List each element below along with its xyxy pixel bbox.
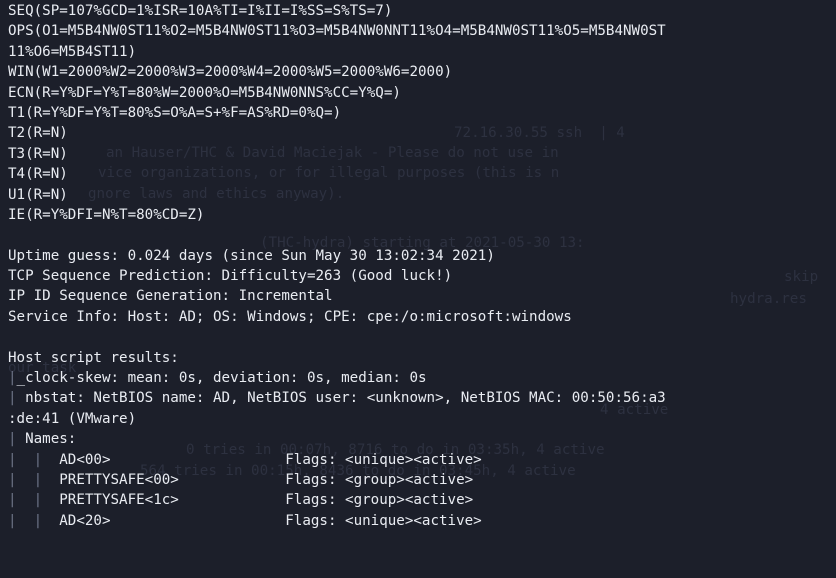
uptime-guess: Uptime guess: 0.024 days (since Sun May … xyxy=(8,247,495,264)
tree-branch-glyph: | xyxy=(8,492,34,509)
names-label-line: | Names: xyxy=(8,429,836,449)
tcp-sequence-prediction: TCP Sequence Prediction: Difficulty=263 … xyxy=(8,268,453,285)
tree-branch-glyph: | xyxy=(33,471,43,488)
netbios-name: AD<00> xyxy=(59,451,111,468)
tree-branch-glyph: | xyxy=(8,370,17,387)
os-fingerprint-line: T4(R=N) xyxy=(8,166,68,183)
nbstat-line: | nbstat: NetBIOS name: AD, NetBIOS user… xyxy=(8,388,836,408)
terminal-output: SEQ(SP=107%GCD=1%ISR=10A%TI=I%II=I%SS=S%… xyxy=(8,1,836,531)
os-fingerprint-line: OPS(O1=M5B4NW0ST11%O2=M5B4NW0ST11%O3=M5B… xyxy=(8,23,666,40)
netbios-flags: Flags: <group><active> xyxy=(285,471,474,488)
netbios-flags: Flags: <group><active> xyxy=(285,492,474,509)
os-fingerprint-line: IE(R=Y%DFI=N%T=80%CD=Z) xyxy=(8,206,205,223)
netbios-name: AD<20> xyxy=(59,512,111,529)
tree-branch-glyph: | xyxy=(33,492,43,509)
os-fingerprint-line: ECN(R=Y%DF=Y%T=80%W=2000%O=M5B4NW0NNS%CC… xyxy=(8,84,401,101)
os-fingerprint-line: WIN(W1=2000%W2=2000%W3=2000%W4=2000%W5=2… xyxy=(8,64,453,81)
clock-skew-text: _clock-skew: mean: 0s, deviation: 0s, me… xyxy=(16,370,427,387)
netbios-name: PRETTYSAFE<00> xyxy=(59,471,179,488)
netbios-flags: Flags: <unique><active> xyxy=(285,512,482,529)
tree-branch-glyph: | xyxy=(8,431,17,448)
netbios-name: PRETTYSAFE<1c> xyxy=(59,492,179,509)
nbstat-wrap-line: :de:41 (VMware) xyxy=(8,410,137,427)
os-fingerprint-line: T1(R=Y%DF=Y%T=80%S=O%A=S+%F=AS%RD=0%Q=) xyxy=(8,104,342,121)
ip-id-sequence: IP ID Sequence Generation: Incremental xyxy=(8,288,333,305)
tree-branch-glyph: | xyxy=(33,451,43,468)
netbios-name-row: | | PRETTYSAFE<1c> Flags: <group><active> xyxy=(8,490,836,510)
netbios-name-row: | | AD<20> Flags: <unique><active> xyxy=(8,511,836,531)
tree-branch-glyph: | xyxy=(8,512,34,529)
names-label: Names: xyxy=(16,431,77,448)
os-fingerprint-line: SEQ(SP=107%GCD=1%ISR=10A%TI=I%II=I%SS=S%… xyxy=(8,3,393,19)
service-info: Service Info: Host: AD; OS: Windows; CPE… xyxy=(8,308,572,325)
os-fingerprint-line: U1(R=N) xyxy=(8,186,68,203)
nbstat-text: nbstat: NetBIOS name: AD, NetBIOS user: … xyxy=(16,390,666,407)
netbios-flags: Flags: <unique><active> xyxy=(285,451,482,468)
tree-branch-glyph: | xyxy=(33,512,43,529)
tree-branch-glyph: | xyxy=(8,451,34,468)
netbios-name-row: | | PRETTYSAFE<00> Flags: <group><active> xyxy=(8,470,836,490)
netbios-name-row: | | AD<00> Flags: <unique><active> xyxy=(8,450,836,470)
terminal-window[interactable]: 72.16.30.55 ssh | 4 an Hauser/THC & Davi… xyxy=(0,0,836,578)
host-script-results-heading: Host script results: xyxy=(8,349,179,366)
os-fingerprint-line: T3(R=N) xyxy=(8,145,68,162)
os-fingerprint-line: 11%O6=M5B4ST11) xyxy=(8,43,137,60)
tree-branch-glyph: | xyxy=(8,471,34,488)
clock-skew-line: |_clock-skew: mean: 0s, deviation: 0s, m… xyxy=(8,368,836,388)
os-fingerprint-line: T2(R=N) xyxy=(8,125,68,142)
tree-branch-glyph: | xyxy=(8,390,17,407)
